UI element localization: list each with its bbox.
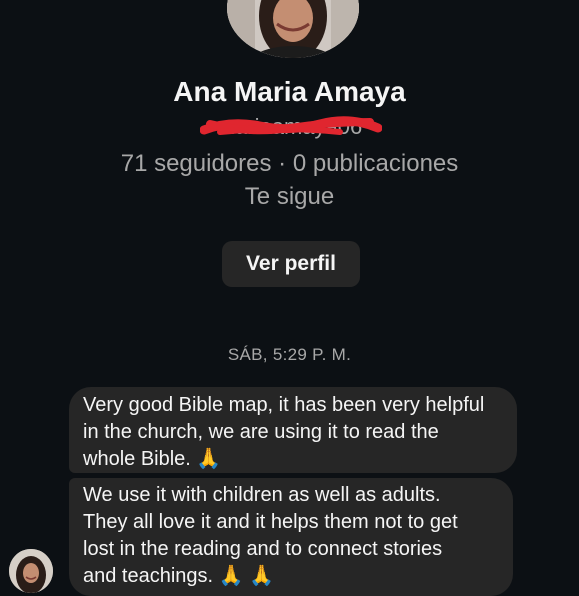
message-line: We use it with children as well as adult… xyxy=(83,484,441,506)
profile-avatar[interactable] xyxy=(227,0,359,58)
follows-you-label: Te sigue xyxy=(244,183,335,210)
username-redaction-scribble xyxy=(200,116,382,135)
message-line: in the church, we are using it to read t… xyxy=(83,421,439,443)
message-line: lost in the reading and to connect stori… xyxy=(83,538,443,560)
profile-name: Ana Maria Amaya xyxy=(173,76,406,107)
message-bubble[interactable]: We use it with children as well as adult… xyxy=(69,478,513,596)
message-line: They all love it and it helps them not t… xyxy=(83,511,458,533)
message-line: whole Bible. 🙏 xyxy=(83,448,222,470)
message-bubble[interactable]: Very good Bible map, it has been very he… xyxy=(69,387,517,473)
message-timestamp: SÁB, 5:29 P. M. xyxy=(227,345,352,364)
sender-avatar[interactable] xyxy=(9,549,53,593)
view-profile-button[interactable]: Ver perfil xyxy=(222,241,360,287)
profile-stats: 71 seguidores · 0 publicaciones xyxy=(120,150,459,177)
message-line: and teachings. 🙏 🙏 xyxy=(83,565,275,587)
message-line: Very good Bible map, it has been very he… xyxy=(83,394,485,416)
